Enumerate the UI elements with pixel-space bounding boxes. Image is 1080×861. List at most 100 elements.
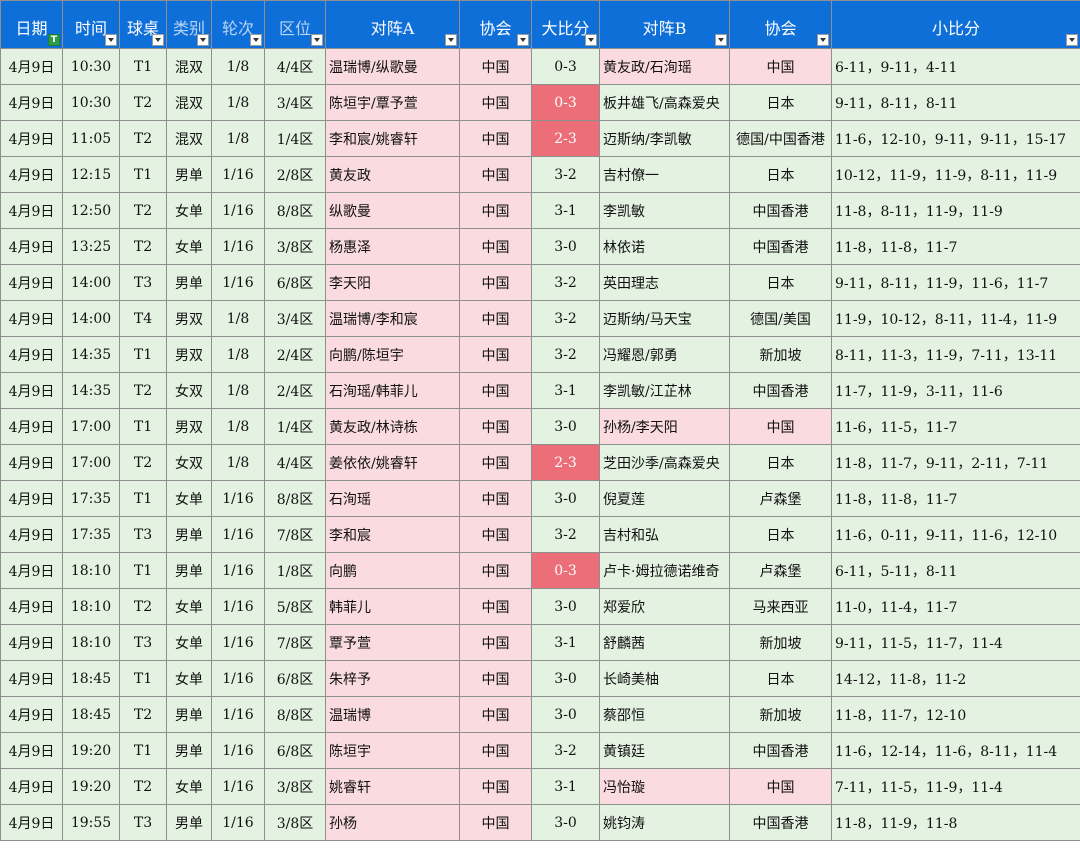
cell-time[interactable]: 12:15 [62, 156, 120, 193]
filter-dropdown-icon[interactable] [445, 34, 457, 46]
cell-table[interactable]: T1 [119, 408, 167, 445]
cell-category[interactable]: 男单 [166, 696, 212, 733]
cell-game-scores[interactable]: 11-8，11-8，11-7 [831, 228, 1080, 265]
header-table[interactable]: 球桌 [119, 0, 167, 49]
cell-match-score[interactable]: 3-2 [531, 336, 600, 373]
cell-round[interactable]: 1/16 [211, 804, 265, 841]
cell-time[interactable]: 19:20 [62, 768, 120, 805]
cell-table[interactable]: T1 [119, 660, 167, 697]
cell-time[interactable]: 18:10 [62, 624, 120, 661]
table-row[interactable]: 4月9日 18:10 T3 女单 1/16 7/8区 覃予萱 中国 3-1 舒麟茜 新加坡 9-11，… [0, 624, 1080, 661]
cell-player-a[interactable]: 黄友政 [325, 156, 460, 193]
cell-time[interactable]: 10:30 [62, 48, 120, 85]
cell-round[interactable]: 1/16 [211, 228, 265, 265]
cell-time[interactable]: 17:00 [62, 444, 120, 481]
cell-player-a[interactable]: 石洵瑶 [325, 480, 460, 517]
cell-game-scores[interactable]: 11-0，11-4，11-7 [831, 588, 1080, 625]
cell-association-a[interactable]: 中国 [459, 732, 532, 769]
cell-association-a[interactable]: 中国 [459, 192, 532, 229]
cell-player-a[interactable]: 孙杨 [325, 804, 460, 841]
cell-section[interactable]: 3/4区 [264, 300, 326, 337]
cell-table[interactable]: T1 [119, 48, 167, 85]
cell-round[interactable]: 1/16 [211, 732, 265, 769]
cell-table[interactable]: T1 [119, 552, 167, 589]
cell-date[interactable]: 4月9日 [0, 120, 63, 157]
cell-association-a[interactable]: 中国 [459, 120, 532, 157]
cell-player-b[interactable]: 舒麟茜 [599, 624, 730, 661]
header-section[interactable]: 区位 [264, 0, 326, 49]
cell-table[interactable]: T2 [119, 768, 167, 805]
cell-match-score[interactable]: 3-0 [531, 408, 600, 445]
cell-player-b[interactable]: 林依诺 [599, 228, 730, 265]
cell-player-a[interactable]: 向鹏 [325, 552, 460, 589]
cell-association-b[interactable]: 日本 [729, 444, 832, 481]
cell-player-a[interactable]: 陈垣宇 [325, 732, 460, 769]
cell-date[interactable]: 4月9日 [0, 156, 63, 193]
cell-category[interactable]: 男单 [166, 516, 212, 553]
cell-round[interactable]: 1/16 [211, 156, 265, 193]
cell-round[interactable]: 1/16 [211, 516, 265, 553]
cell-date[interactable]: 4月9日 [0, 732, 63, 769]
table-row[interactable]: 4月9日 17:00 T2 女双 1/8 4/4区 姜依依/姚睿轩 中国 2-3 芝田沙季/高森爱… [0, 444, 1080, 481]
cell-table[interactable]: T2 [119, 372, 167, 409]
cell-association-b[interactable]: 中国香港 [729, 372, 832, 409]
cell-table[interactable]: T3 [119, 804, 167, 841]
cell-game-scores[interactable]: 9-11，11-5，11-7，11-4 [831, 624, 1080, 661]
cell-game-scores[interactable]: 11-8，11-8，11-7 [831, 480, 1080, 517]
cell-association-a[interactable]: 中国 [459, 768, 532, 805]
header-category[interactable]: 类别 [166, 0, 212, 49]
cell-association-b[interactable]: 中国香港 [729, 228, 832, 265]
cell-association-a[interactable]: 中国 [459, 480, 532, 517]
cell-match-score[interactable]: 3-0 [531, 804, 600, 841]
cell-category[interactable]: 女单 [166, 480, 212, 517]
table-row[interactable]: 4月9日 17:35 T3 男单 1/16 7/8区 李和宸 中国 3-2 吉村和弘 日本 11-6，… [0, 516, 1080, 553]
cell-player-a[interactable]: 杨惠泽 [325, 228, 460, 265]
cell-association-a[interactable]: 中国 [459, 300, 532, 337]
filter-dropdown-icon[interactable] [152, 34, 164, 46]
cell-match-score[interactable]: 3-2 [531, 516, 600, 553]
table-row[interactable]: 4月9日 14:35 T2 女双 1/8 2/4区 石洵瑶/韩菲儿 中国 3-1 李凯敏/江芷林中… [0, 372, 1080, 409]
table-row[interactable]: 4月9日 19:20 T2 女单 1/16 3/8区 姚睿轩 中国 3-1 冯怡璇 中国 7-11，1… [0, 768, 1080, 805]
cell-date[interactable]: 4月9日 [0, 588, 63, 625]
cell-player-b[interactable]: 姚钧涛 [599, 804, 730, 841]
cell-round[interactable]: 1/16 [211, 192, 265, 229]
header-time[interactable]: 时间 [62, 0, 120, 49]
cell-player-b[interactable]: 吉村僚一 [599, 156, 730, 193]
cell-match-score[interactable]: 0-3 [531, 552, 600, 589]
cell-game-scores[interactable]: 11-6，11-5，11-7 [831, 408, 1080, 445]
cell-section[interactable]: 7/8区 [264, 516, 326, 553]
filter-dropdown-icon[interactable] [585, 34, 597, 46]
cell-game-scores[interactable]: 9-11，8-11，8-11 [831, 84, 1080, 121]
cell-time[interactable]: 14:00 [62, 300, 120, 337]
cell-association-a[interactable]: 中国 [459, 696, 532, 733]
cell-association-b[interactable]: 马来西亚 [729, 588, 832, 625]
cell-section[interactable]: 3/8区 [264, 228, 326, 265]
cell-section[interactable]: 6/8区 [264, 264, 326, 301]
table-row[interactable]: 4月9日 18:10 T2 女单 1/16 5/8区 韩菲儿 中国 3-0 郑爱欣 马来西亚 11-0… [0, 588, 1080, 625]
cell-player-b[interactable]: 孙杨/李天阳 [599, 408, 730, 445]
table-row[interactable]: 4月9日 12:50 T2 女单 1/16 8/8区 纵歌曼 中国 3-1 李凯敏 中国香港 11-8… [0, 192, 1080, 229]
cell-round[interactable]: 1/16 [211, 768, 265, 805]
cell-game-scores[interactable]: 11-6，12-10，9-11，9-11，15-17 [831, 120, 1080, 157]
header-match-score[interactable]: 大比分 [531, 0, 600, 49]
cell-round[interactable]: 1/8 [211, 444, 265, 481]
filter-dropdown-icon[interactable] [311, 34, 323, 46]
cell-association-a[interactable]: 中国 [459, 804, 532, 841]
filter-dropdown-icon[interactable] [715, 34, 727, 46]
cell-player-a[interactable]: 姜依依/姚睿轩 [325, 444, 460, 481]
table-row[interactable]: 4月9日 12:15 T1 男单 1/16 2/8区 黄友政 中国 3-2 吉村僚一 日本 10-12… [0, 156, 1080, 193]
cell-game-scores[interactable]: 6-11，5-11，8-11 [831, 552, 1080, 589]
header-player-b[interactable]: 对阵B [599, 0, 730, 49]
cell-player-a[interactable]: 陈垣宇/覃予萱 [325, 84, 460, 121]
cell-time[interactable]: 17:00 [62, 408, 120, 445]
cell-table[interactable]: T3 [119, 264, 167, 301]
cell-player-a[interactable]: 温瑞博/纵歌曼 [325, 48, 460, 85]
cell-player-b[interactable]: 长崎美柚 [599, 660, 730, 697]
cell-table[interactable]: T1 [119, 156, 167, 193]
cell-association-a[interactable]: 中国 [459, 84, 532, 121]
cell-time[interactable]: 14:35 [62, 336, 120, 373]
cell-table[interactable]: T2 [119, 192, 167, 229]
cell-category[interactable]: 女单 [166, 588, 212, 625]
header-round[interactable]: 轮次 [211, 0, 265, 49]
cell-time[interactable]: 19:55 [62, 804, 120, 841]
